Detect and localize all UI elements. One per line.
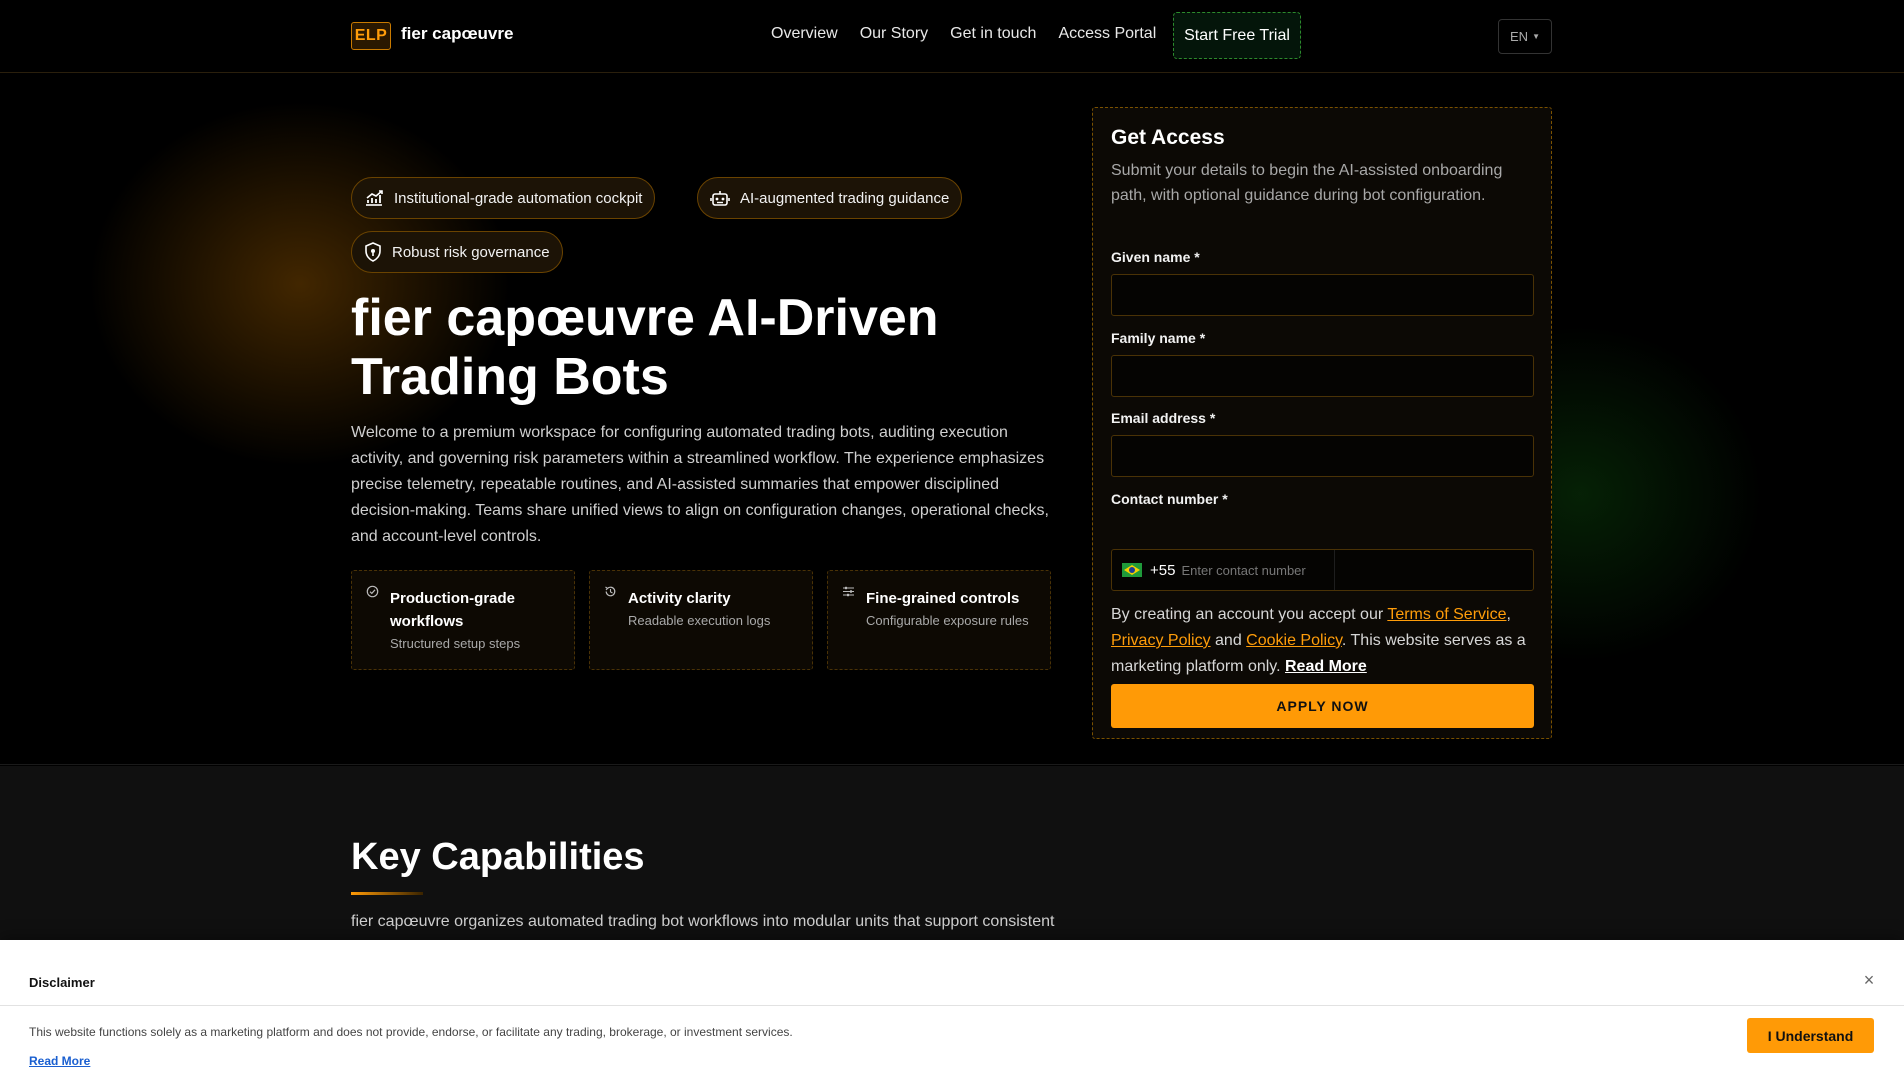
phone-placeholder: Enter contact number: [1181, 562, 1306, 578]
hero-title: fier capœuvre AI-Driven Trading Bots: [351, 289, 939, 406]
robot-icon: [710, 191, 730, 206]
country-code-selector[interactable]: +55: [1112, 550, 1175, 590]
email-input[interactable]: [1111, 435, 1534, 477]
brazil-flag-icon: [1122, 563, 1142, 577]
nav-our-story[interactable]: Our Story: [860, 25, 928, 43]
feature-title: Fine-grained controls: [866, 590, 1020, 607]
hero-section: Institutional-grade automation cockpit A…: [0, 74, 1904, 765]
check-circle-icon: [366, 585, 379, 598]
phone-field: +55 Enter contact number: [1111, 549, 1534, 591]
disclaimer-text: This website functions solely as a marke…: [29, 1025, 793, 1039]
feature-desc: Configurable exposure rules: [866, 613, 1029, 628]
feature-card-controls: Fine-grained controls Configurable expos…: [827, 570, 1051, 670]
pill-label: Robust risk governance: [392, 243, 550, 261]
title-underline: [351, 892, 423, 895]
feature-card-activity: Activity clarity Readable execution logs: [589, 570, 813, 670]
phone-label: Contact number *: [1111, 491, 1228, 507]
and-text: and: [1210, 632, 1247, 649]
caret-down-icon: ▼: [1532, 32, 1540, 41]
logo-badge[interactable]: ELP: [351, 22, 391, 50]
email-label: Email address *: [1111, 410, 1216, 426]
disclaimer-header: Disclaimer ×: [0, 940, 1904, 1006]
pill-ai-guidance: AI-augmented trading guidance: [697, 177, 963, 219]
apply-now-button[interactable]: APPLY NOW: [1111, 684, 1534, 728]
given-name-input[interactable]: [1111, 274, 1534, 316]
sliders-icon: [843, 586, 854, 597]
feature-title: Activity clarity: [628, 590, 731, 607]
form-title: Get Access: [1111, 126, 1225, 149]
nav-access-portal[interactable]: Access Portal: [1058, 25, 1156, 43]
signup-form-card: Get Access Submit your details to begin …: [1092, 107, 1552, 739]
family-name-label: Family name *: [1111, 330, 1206, 346]
terms-of-service-link[interactable]: Terms of Service: [1387, 606, 1506, 623]
history-icon: [605, 586, 616, 597]
nav-get-in-touch[interactable]: Get in touch: [950, 25, 1036, 43]
country-code: +55: [1150, 561, 1176, 579]
cookie-policy-link[interactable]: Cookie Policy: [1246, 632, 1342, 649]
disclaimer-read-more-link[interactable]: Read More: [29, 1054, 90, 1068]
start-free-trial-button[interactable]: Start Free Trial: [1173, 12, 1301, 59]
site-header: ELP fier capœuvre Overview Our Story Get…: [0, 0, 1904, 73]
feature-card-workflows: Production-grade workflows Structured se…: [351, 570, 575, 670]
disclaimer-title: Disclaimer: [29, 975, 95, 990]
pill-label: Institutional-grade automation cockpit: [394, 189, 643, 207]
capabilities-title: Key Capabilities: [351, 836, 645, 878]
nav-overview[interactable]: Overview: [771, 25, 838, 43]
privacy-policy-link[interactable]: Privacy Policy: [1111, 632, 1211, 649]
phone-input[interactable]: Enter contact number: [1181, 550, 1336, 590]
terms-prefix: By creating an account you accept our: [1111, 606, 1388, 623]
language-selector[interactable]: EN ▼: [1498, 19, 1552, 54]
feature-desc: Structured setup steps: [390, 636, 521, 651]
feature-title: Production-grade workflows: [390, 590, 516, 630]
close-icon[interactable]: ×: [1860, 971, 1878, 989]
feature-desc: Readable execution logs: [628, 613, 771, 628]
pill-automation-cockpit: Institutional-grade automation cockpit: [351, 177, 656, 219]
pill-risk-governance: Robust risk governance: [351, 231, 563, 273]
form-subtitle: Submit your details to begin the AI-assi…: [1111, 162, 1503, 204]
read-more-link[interactable]: Read More: [1285, 658, 1367, 675]
pill-label: AI-augmented trading guidance: [740, 189, 950, 207]
family-name-input[interactable]: [1111, 355, 1534, 397]
shield-icon: [365, 242, 381, 262]
chart-up-icon: [366, 190, 383, 206]
given-name-label: Given name *: [1111, 249, 1200, 265]
main-nav: Overview Our Story Get in touch Access P…: [771, 25, 1156, 43]
i-understand-button[interactable]: I Understand: [1747, 1018, 1874, 1053]
brand-name[interactable]: fier capœuvre: [401, 24, 513, 44]
terms-notice: By creating an account you accept our Te…: [1111, 606, 1526, 675]
disclaimer-banner: Disclaimer × This website functions sole…: [0, 940, 1904, 1078]
hero-description: Welcome to a premium workspace for confi…: [351, 424, 1049, 545]
language-label: EN: [1510, 29, 1529, 44]
capabilities-text: fier capœuvre organizes automated tradin…: [351, 913, 1055, 930]
